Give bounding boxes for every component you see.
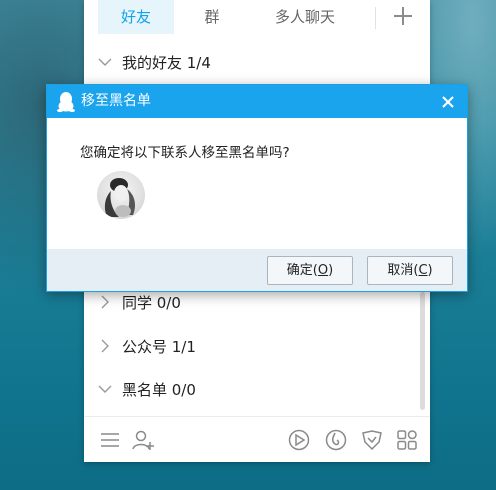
cancel-accelerator-key: C [418,263,428,278]
group-blacklist[interactable]: 黑名单 0/0 [84,368,414,412]
dialog-body: 您确定将以下联系人移至黑名单吗? [47,118,467,249]
tab-groups[interactable]: 群 [184,0,240,34]
dialog-footer: 确定(O) 取消(C) [47,249,467,291]
move-to-blacklist-dialog: 移至黑名单 您确定将以下联系人移至黑名单吗? 确定(O) 取消(C) [46,84,468,292]
shield-check-icon[interactable] [360,428,384,452]
dialog-question: 您确定将以下联系人移至黑名单吗? [80,145,290,161]
menu-icon[interactable] [98,428,122,452]
group-label: 黑名单 0/0 [122,381,196,399]
group-label: 我的好友 1/4 [122,54,211,72]
confirm-button[interactable]: 确定(O) [267,256,353,285]
confirm-button-label: 确定( [286,263,318,278]
group-my-friends[interactable]: 我的好友 1/4 [84,41,414,85]
chevron-right-icon [98,295,112,309]
add-plus-button[interactable] [390,3,416,29]
chevron-down-icon [98,382,112,396]
contact-avatar [97,171,145,219]
tab-friends[interactable]: 好友 [98,0,174,34]
contacts-tab-bar: 好友 群 多人聊天 [84,0,430,40]
cancel-button[interactable]: 取消(C) [367,256,453,285]
group-label: 公众号 1/1 [122,338,196,356]
apps-grid-icon[interactable] [395,428,419,452]
scrollbar[interactable] [420,292,425,410]
dialog-title-bar[interactable]: 移至黑名单 [47,85,467,118]
chevron-right-icon [98,339,112,353]
tab-group-chats[interactable]: 多人聊天 [260,0,350,34]
confirm-accelerator-key: O [317,263,329,278]
close-icon[interactable] [439,93,457,111]
cancel-button-label: 取消( [387,263,419,278]
tab-divider [375,7,376,29]
qq-penguin-icon [56,91,76,113]
dialog-title: 移至黑名单 [81,93,151,109]
panel-footer-toolbar [84,416,430,462]
group-official-accounts[interactable]: 公众号 1/1 [84,325,414,369]
add-friend-icon[interactable] [131,428,155,452]
video-play-icon[interactable] [287,428,311,452]
chevron-down-icon [98,55,112,69]
music-icon[interactable] [324,428,348,452]
